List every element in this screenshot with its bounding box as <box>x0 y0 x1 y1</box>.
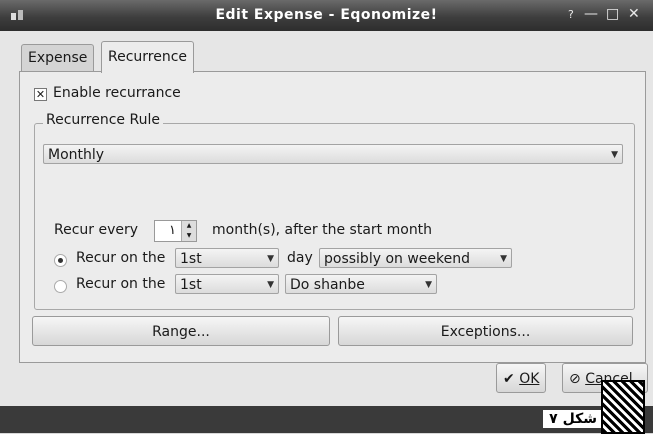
tab-expense-label: Expense <box>28 50 88 66</box>
enable-recurrence-checkbox[interactable]: ✕ Enable recurrance <box>34 85 181 101</box>
chevron-down-icon: ▼ <box>267 254 274 264</box>
weekend-value: possibly on weekend <box>324 251 470 267</box>
figure-caption: شکل ۷ <box>543 410 603 428</box>
tab-recurrence-label: Recurrence <box>108 49 188 65</box>
chevron-down-icon: ▼ <box>267 280 274 290</box>
exceptions-button[interactable]: Exceptions... <box>338 316 633 346</box>
title-bar: Edit Expense - Eqonomize! ? — □ ✕ <box>0 0 653 31</box>
option1-label: Recur on the <box>76 250 166 266</box>
close-button[interactable]: ✕ <box>628 6 640 22</box>
enable-recurrence-label: Enable recurrance <box>53 85 181 101</box>
check-icon: ✔ <box>503 371 515 387</box>
recur-every-suffix: month(s), after the start month <box>212 222 433 238</box>
dialog-body: Expense Recurrence ✕ Enable recurrance Re… <box>0 31 653 406</box>
chevron-down-icon: ▼ <box>611 150 618 160</box>
checkbox-check-icon: ✕ <box>34 88 47 101</box>
frequency-select[interactable]: Monthly ▼ <box>43 144 623 164</box>
help-button[interactable]: ? <box>568 8 574 21</box>
ok-button[interactable]: ✔ OK <box>496 363 547 393</box>
pattern-icon <box>601 380 645 434</box>
range-button[interactable]: Range... <box>32 316 330 346</box>
window-title: Edit Expense - Eqonomize! <box>215 7 438 23</box>
maximize-button[interactable]: □ <box>606 6 619 22</box>
weekend-select[interactable]: possibly on weekend ▼ <box>319 248 512 268</box>
option2-day-value: 1st <box>180 277 202 293</box>
recur-every-label: Recur every <box>54 222 139 238</box>
option2-radio[interactable] <box>54 280 67 293</box>
ok-label: OK <box>519 371 540 387</box>
recurrence-rule-label: Recurrence Rule <box>43 112 163 128</box>
bottom-bar: شکل ۷ <box>0 406 653 433</box>
recurrence-panel: ✕ Enable recurrance Recurrence Rule Month… <box>19 71 646 363</box>
option2-day-select[interactable]: 1st ▼ <box>175 274 279 294</box>
option1-day-value: 1st <box>180 251 202 267</box>
weekday-select[interactable]: Do shanbe ▼ <box>285 274 437 294</box>
chevron-down-icon: ▼ <box>425 280 432 290</box>
option2-label: Recur on the <box>76 276 166 292</box>
option1-day-select[interactable]: 1st ▼ <box>175 248 279 268</box>
option1-radio[interactable] <box>54 254 67 267</box>
spin-arrows-icon[interactable]: ▲ ▼ <box>181 221 196 241</box>
minimize-button[interactable]: — <box>584 6 598 22</box>
recur-every-value: ١ <box>169 223 176 238</box>
weekday-value: Do shanbe <box>290 277 365 293</box>
tab-expense[interactable]: Expense <box>21 44 95 72</box>
tab-recurrence[interactable]: Recurrence <box>101 41 195 73</box>
frequency-value: Monthly <box>48 147 105 163</box>
recur-every-spinbox[interactable]: ١ ▲ ▼ <box>154 220 197 242</box>
cancel-icon: ⊘ <box>569 371 581 387</box>
option1-day-label: day <box>287 250 313 266</box>
chevron-down-icon: ▼ <box>500 254 507 264</box>
